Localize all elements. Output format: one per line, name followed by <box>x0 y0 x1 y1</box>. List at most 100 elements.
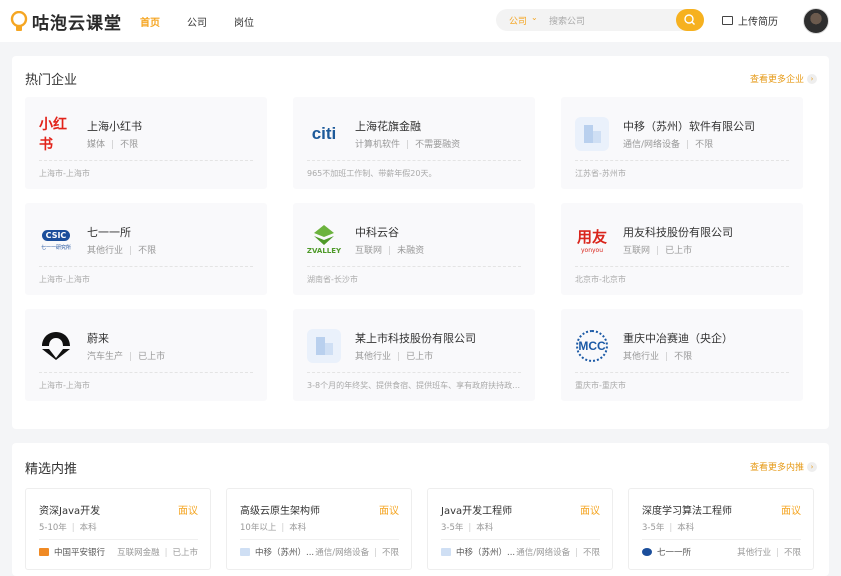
search-icon <box>684 14 695 25</box>
company-card[interactable]: citi 上海花旗金融 计算机软件 | 不需要融资 965不加班工作制、带薪年假20… <box>293 97 535 189</box>
citi-logo-text: citi <box>311 124 337 143</box>
divider <box>642 539 801 540</box>
job-salary: 面议 <box>580 506 600 517</box>
search-button[interactable] <box>676 9 704 31</box>
company-card[interactable]: 蔚来 汽车生产 | 已上市 上海市-上海市 <box>25 309 267 401</box>
divider <box>575 372 789 373</box>
csic-logo-text: CSIC <box>41 229 71 241</box>
company-location: 北京市-北京市 <box>575 275 626 284</box>
company-tags: 互联网 | 已上市 <box>623 246 693 256</box>
avatar[interactable] <box>803 8 829 34</box>
divider <box>39 160 253 161</box>
job-requirements: 3-5年 | 本科 <box>642 523 695 533</box>
xhs-logo-text: 小红书 <box>39 117 67 153</box>
company-logo: 小红书 <box>39 117 73 153</box>
company-tags: 其他行业 | 不限 <box>623 352 693 362</box>
company-logo: ZVALLEY <box>307 223 341 257</box>
job-company-info: 通信/网络设备 | 不限 <box>516 548 600 558</box>
job-title: Java开发工程师 <box>441 506 513 517</box>
job-company-info: 通信/网络设备 | 不限 <box>315 548 399 558</box>
divider <box>39 539 198 540</box>
upload-resume-button[interactable]: 上传简历 <box>722 13 778 28</box>
job-salary: 面议 <box>379 506 399 517</box>
nav-jobs[interactable]: 岗位 <box>234 14 254 29</box>
company-logo: 用友 yonyou <box>575 223 609 257</box>
resume-icon <box>722 16 733 25</box>
main-nav: 首页 公司 岗位 <box>140 14 281 29</box>
job-title: 资深Java开发 <box>39 506 101 517</box>
company-location: 上海市-上海市 <box>39 275 90 284</box>
company-card[interactable]: ZVALLEY 中科云谷 互联网 | 未融资 湖南省-长沙市 <box>293 203 535 295</box>
job-company: 七一一所 <box>642 546 691 558</box>
job-card[interactable]: 高级云原生架构师 面议 10年以上 | 本科 中移（苏州）... 通信/网络设备 | 不… <box>226 488 412 570</box>
job-company-info: 其他行业 | 不限 <box>737 548 801 558</box>
building-icon <box>441 548 451 556</box>
company-name: 七一一所 <box>87 226 131 239</box>
job-title: 高级云原生架构师 <box>240 506 320 517</box>
building-icon <box>575 117 609 151</box>
company-location: 湖南省-长沙市 <box>307 275 358 284</box>
search-category-select[interactable]: 公司 <box>509 14 527 27</box>
company-name: 蔚来 <box>87 332 109 345</box>
company-name: 某上市科技股份有限公司 <box>355 332 476 345</box>
more-companies-link[interactable]: 查看更多企业 › <box>750 72 817 85</box>
yonyou-logo-subtext: yonyou <box>580 247 604 254</box>
company-tags: 互联网 | 未融资 <box>355 246 425 256</box>
company-location: 3-8个月的年终奖、提供食宿、提供班车、享有政府扶持政策... <box>307 381 523 390</box>
divider <box>575 160 789 161</box>
job-card[interactable]: 资深Java开发 面议 5-10年 | 本科 中国平安银行 互联网金融 | 已上市 <box>25 488 211 570</box>
divider <box>240 539 399 540</box>
company-name: 中移（苏州）软件有限公司 <box>623 120 755 133</box>
zvalley-leaf-icon <box>314 225 334 245</box>
job-card[interactable]: 深度学习算法工程师 面议 3-5年 | 本科 七一一所 其他行业 | 不限 <box>628 488 814 570</box>
nav-home[interactable]: 首页 <box>140 14 160 29</box>
company-location: 重庆市-重庆市 <box>575 381 626 390</box>
company-card[interactable]: 用友 yonyou 用友科技股份有限公司 互联网 | 已上市 北京市-北京市 <box>561 203 803 295</box>
company-card[interactable]: CSIC 七一一研究所 七一一所 其他行业 | 不限 上海市-上海市 <box>25 203 267 295</box>
company-tags: 计算机软件 | 不需要融资 <box>355 140 461 150</box>
logo-text: 咕泡云课堂 <box>32 14 122 34</box>
company-tags: 其他行业 | 不限 <box>87 246 157 256</box>
company-tags: 通信/网络设备 | 不限 <box>623 140 714 150</box>
company-logo: MCC <box>575 329 609 363</box>
company-tags: 汽车生产 | 已上市 <box>87 352 166 362</box>
recommended-jobs-title: 精选内推 <box>25 462 78 477</box>
building-icon <box>307 329 341 363</box>
company-name: 上海小红书 <box>87 120 142 133</box>
company-location: 江苏省-苏州市 <box>575 169 626 178</box>
job-company: 中国平安银行 <box>39 546 105 558</box>
divider <box>307 372 521 373</box>
company-name: 上海花旗金融 <box>355 120 421 133</box>
company-card[interactable]: 某上市科技股份有限公司 其他行业 | 已上市 3-8个月的年终奖、提供食宿、提供班车… <box>293 309 535 401</box>
divider <box>441 539 600 540</box>
chevron-right-icon: › <box>807 73 817 84</box>
company-location: 965不加班工作制、带薪年假20天。 <box>307 169 437 178</box>
csic-logo-subtext: 七一一研究所 <box>40 244 71 251</box>
job-salary: 面议 <box>178 506 198 517</box>
job-requirements: 3-5年 | 本科 <box>441 523 494 533</box>
divider <box>307 266 521 267</box>
company-tags: 其他行业 | 已上市 <box>355 352 434 362</box>
job-title: 深度学习算法工程师 <box>642 506 732 517</box>
yonyou-logo-text: 用友 <box>576 228 607 246</box>
mcc-logo-text: MCC <box>576 330 608 362</box>
divider <box>39 266 253 267</box>
company-tags: 媒体 | 不限 <box>87 140 139 150</box>
job-company-info: 互联网金融 | 已上市 <box>117 548 198 558</box>
divider <box>575 266 789 267</box>
search-input[interactable]: 搜索公司 <box>549 14 585 27</box>
job-company: 中移（苏州）... <box>240 546 314 558</box>
company-card[interactable]: 小红书 上海小红书 媒体 | 不限 上海市-上海市 <box>25 97 267 189</box>
company-card[interactable]: 中移（苏州）软件有限公司 通信/网络设备 | 不限 江苏省-苏州市 <box>561 97 803 189</box>
site-logo[interactable]: 咕泡云课堂 <box>10 9 122 34</box>
company-card[interactable]: MCC 重庆中冶赛迪（央企） 其他行业 | 不限 重庆市-重庆市 <box>561 309 803 401</box>
upload-resume-label: 上传简历 <box>738 17 778 28</box>
nav-companies[interactable]: 公司 <box>187 14 207 29</box>
nio-logo-icon <box>39 329 73 363</box>
chevron-down-icon[interactable]: ⌄ <box>531 13 538 22</box>
zvalley-logo-text: ZVALLEY <box>306 247 342 255</box>
more-jobs-link[interactable]: 查看更多内推 › <box>750 460 817 473</box>
company-mini-logo <box>39 548 49 556</box>
more-companies-label: 查看更多企业 <box>749 75 804 85</box>
job-card[interactable]: Java开发工程师 面议 3-5年 | 本科 中移（苏州）... 通信/网络设备 | 不… <box>427 488 613 570</box>
